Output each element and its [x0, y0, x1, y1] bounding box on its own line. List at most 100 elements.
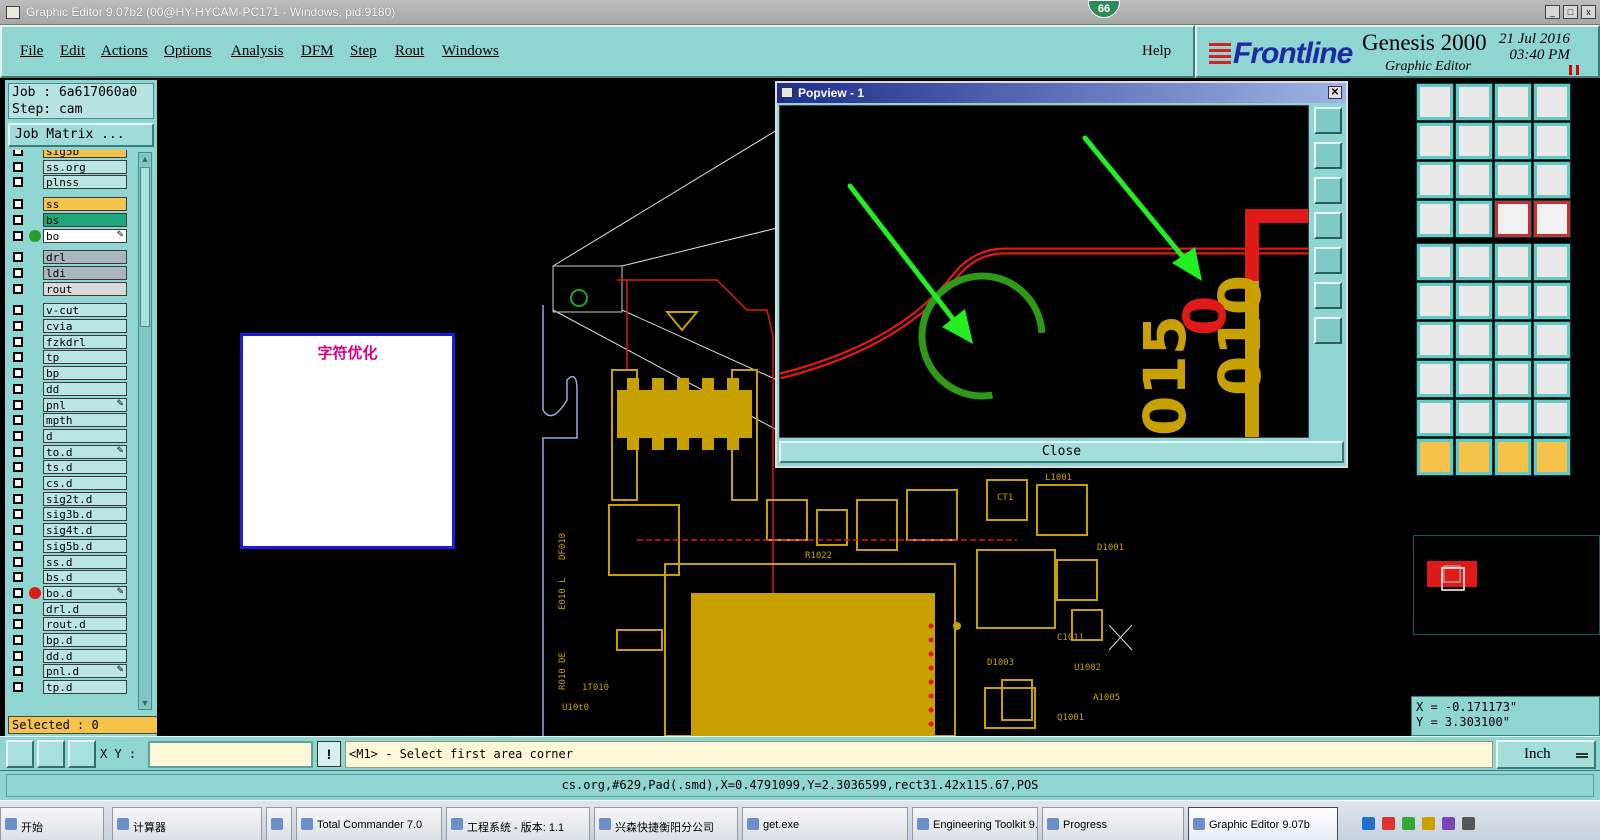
step-in-icon[interactable] [1416, 83, 1454, 121]
layer-checkbox[interactable] [13, 525, 23, 536]
group-icon[interactable] [1533, 360, 1571, 398]
menu-analysis[interactable]: Analysis [231, 43, 284, 60]
taskbar-item[interactable]: 工程系统 - 版本: 1.1 [446, 807, 590, 840]
undo-icon[interactable] [1494, 321, 1532, 359]
layer-name[interactable]: bp.d [43, 633, 127, 647]
maximize-button[interactable]: □ [1563, 5, 1578, 19]
layer-row[interactable]: sig3b.d [8, 507, 130, 522]
arc-edit-icon[interactable] [1533, 399, 1571, 437]
layer-name[interactable]: d [43, 428, 127, 443]
taskbar-item[interactable]: Total Commander 7.0 [296, 807, 442, 840]
layer-name[interactable]: drl.d [43, 601, 127, 616]
menu-step[interactable]: Step [350, 43, 377, 60]
layer-checkbox[interactable] [13, 214, 23, 225]
help-icon[interactable] [1533, 161, 1571, 199]
layer-name[interactable]: ts.d [43, 460, 127, 475]
taskbar-item[interactable]: 计算器 [112, 807, 262, 840]
layer-row[interactable]: ldi [8, 265, 130, 280]
overview-map[interactable] [1413, 535, 1600, 635]
layer-row[interactable]: sig5b [8, 150, 130, 158]
layer-checkbox[interactable] [13, 603, 23, 614]
taskbar-item[interactable] [266, 807, 292, 840]
layer-checkbox[interactable] [13, 635, 23, 645]
xy-input[interactable] [148, 741, 313, 768]
popview-fit-icon[interactable] [1314, 282, 1342, 309]
rotate-icon[interactable] [1533, 122, 1571, 160]
menu-options[interactable]: Options [164, 43, 212, 60]
layer-row[interactable]: sig2t.d [8, 491, 130, 506]
layer-row[interactable]: ss.org [8, 159, 130, 174]
layer-row[interactable]: sig4t.d [8, 523, 130, 538]
layer-row[interactable]: to.d ✎ [8, 444, 130, 459]
triangle-edit-icon[interactable] [1455, 399, 1493, 437]
menu-windows[interactable]: Windows [442, 43, 499, 60]
layer-name[interactable]: cvia [43, 319, 127, 333]
line-icon[interactable] [1455, 243, 1493, 281]
home-icon[interactable] [1494, 83, 1532, 121]
layer-checkbox[interactable] [13, 383, 23, 394]
layer-checkbox[interactable] [13, 321, 23, 331]
close-window-button[interactable]: x [1581, 5, 1596, 19]
popview-close-icon[interactable]: ✕ [1328, 86, 1342, 99]
layer-name[interactable]: bs.d [43, 570, 127, 585]
connect-icon[interactable] [1416, 282, 1454, 320]
layer-row[interactable]: tp [8, 350, 130, 365]
layer-row[interactable]: sig5b.d [8, 538, 130, 553]
layer-name[interactable]: rout.d [43, 617, 127, 632]
scroll-thumb[interactable] [140, 167, 150, 327]
layer-checkbox[interactable] [13, 283, 23, 294]
layer-row[interactable]: cs.d [8, 476, 130, 490]
layer-name[interactable]: drl [43, 250, 127, 265]
layer-name[interactable]: to.d [43, 444, 127, 459]
tray-icon-3[interactable] [1402, 817, 1415, 830]
layout-icon[interactable] [1533, 83, 1571, 121]
layer-name[interactable]: pnl [43, 397, 127, 412]
layer-name[interactable]: bs [43, 212, 127, 227]
popview-pan-left-icon[interactable] [1314, 212, 1342, 239]
layer-name[interactable]: dd [43, 381, 127, 396]
step-out-icon[interactable] [1455, 83, 1493, 121]
layer-checkbox[interactable] [13, 540, 23, 551]
pointer-select-icon[interactable] [1455, 438, 1493, 476]
menu-rout[interactable]: Rout [395, 43, 424, 60]
layer-checkbox[interactable] [13, 177, 23, 188]
popview-close-button[interactable]: Close [779, 441, 1344, 463]
grid-icon[interactable] [68, 740, 96, 768]
layer-checkbox[interactable] [13, 509, 23, 520]
fit-screen-icon[interactable] [1416, 161, 1454, 199]
line-cut-icon[interactable] [1455, 360, 1493, 398]
layer-name[interactable]: rout [43, 281, 127, 296]
menu-dfm[interactable]: DFM [301, 43, 334, 60]
layer-row[interactable]: fzkdrl [8, 334, 130, 349]
layer-row[interactable]: pnl ✎ [8, 397, 130, 412]
grid-icon[interactable] [1455, 200, 1493, 238]
ratio-icon[interactable] [1494, 161, 1532, 199]
measure-ruler-icon[interactable] [1494, 243, 1532, 281]
layer-name[interactable]: sig3b.d [43, 507, 127, 522]
mirror-icon[interactable] [1494, 122, 1532, 160]
popview-pan-down-icon[interactable] [1314, 177, 1342, 204]
layer-checkbox[interactable] [13, 252, 23, 263]
layer-name[interactable]: plnss [43, 175, 127, 190]
delete-icon[interactable] [1455, 282, 1493, 320]
pointer-area-icon[interactable] [1494, 438, 1532, 476]
pointer-icon[interactable] [1416, 438, 1454, 476]
layer-checkbox[interactable] [13, 572, 23, 583]
layer-name[interactable]: ldi [43, 265, 127, 280]
split-icon[interactable] [1533, 321, 1571, 359]
layer-name[interactable]: tp [43, 350, 127, 365]
menu-help[interactable]: Help [1142, 43, 1171, 60]
tray-icon-5[interactable] [1442, 817, 1455, 830]
layer-name[interactable]: sig4t.d [43, 523, 127, 538]
arc-icon[interactable] [1494, 399, 1532, 437]
layer-row[interactable]: mpth [8, 413, 130, 428]
menu-actions[interactable]: Actions [101, 43, 148, 60]
layer-name[interactable]: ss.org [43, 159, 127, 174]
layer-name[interactable]: ss [43, 197, 127, 212]
taskbar-item[interactable]: 兴森快捷衡阳分公司 [594, 807, 738, 840]
layer-row[interactable]: drl [8, 250, 130, 265]
move-node-icon[interactable] [1533, 282, 1571, 320]
layer-name[interactable]: cs.d [43, 476, 127, 490]
layer-display-dot-icon[interactable] [29, 229, 41, 242]
layer-name[interactable]: sig5b.d [43, 538, 127, 553]
